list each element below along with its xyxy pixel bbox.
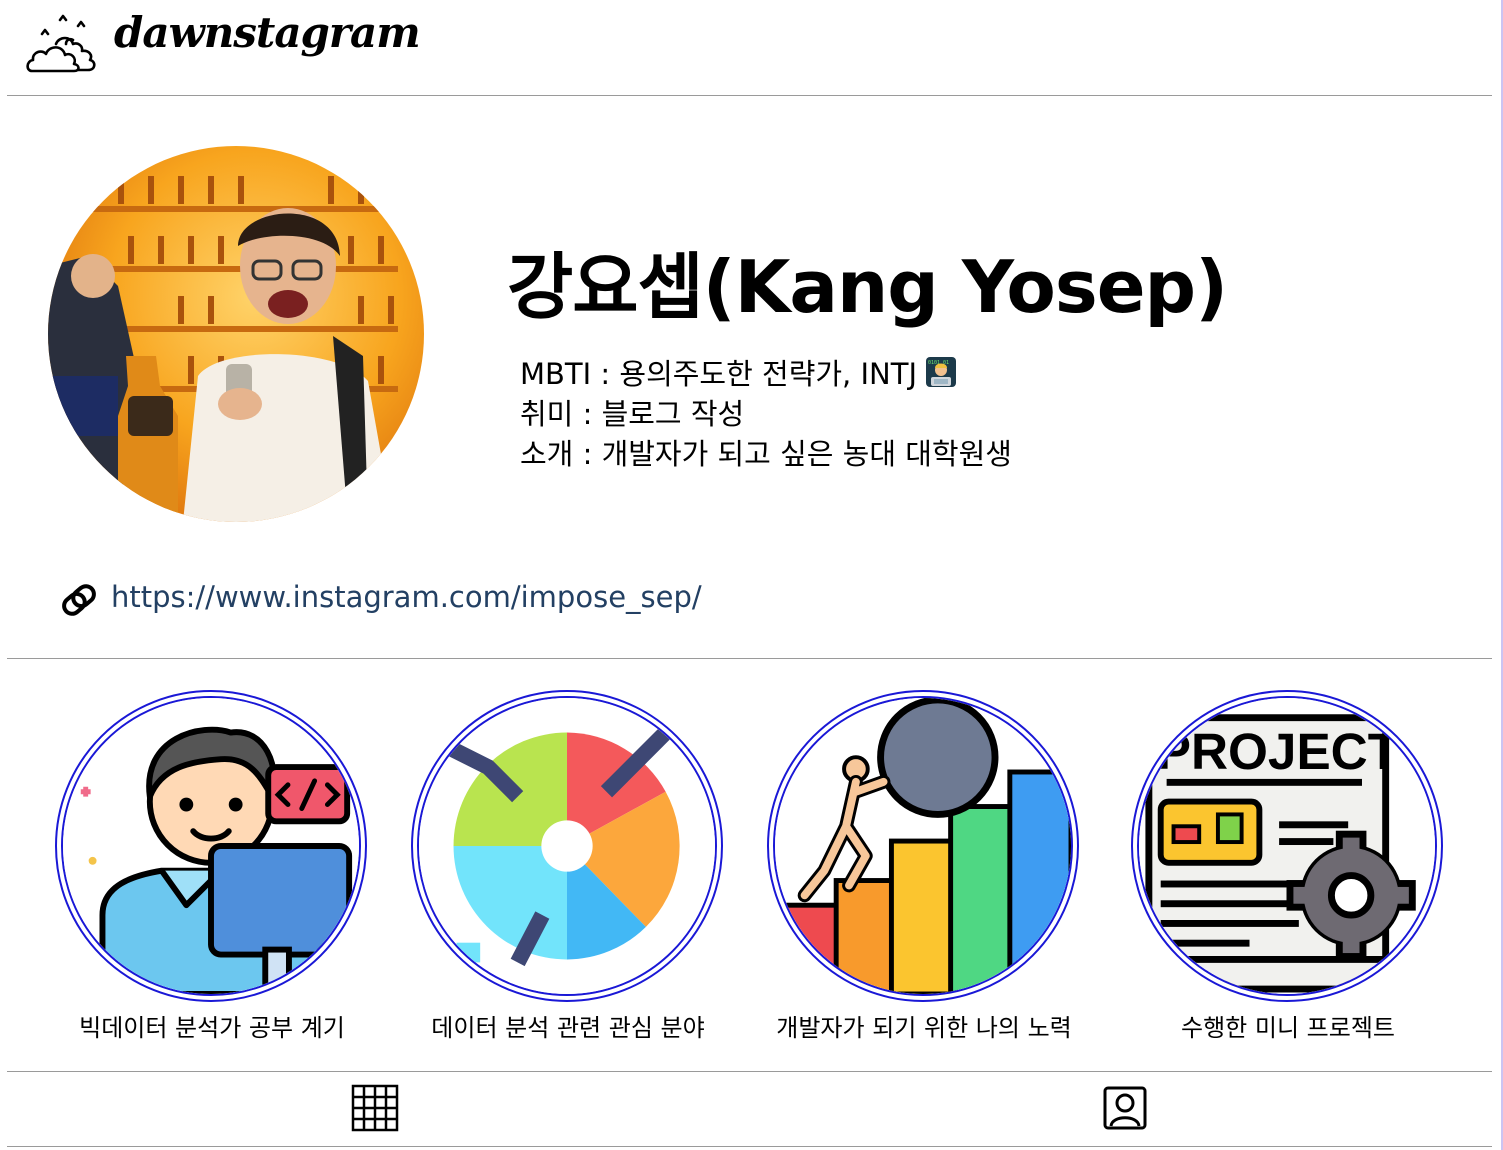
- grid-icon: [351, 1084, 399, 1132]
- info-mbti: MBTI : 용의주도한 전략가, INTJ 0101 01: [520, 354, 1012, 394]
- highlight-label: 수행한 미니 프로젝트: [1181, 1014, 1395, 1042]
- page: dawnstagram 강요셉(Kang Yosep) MBTI: 용의주도한…: [0, 0, 1503, 1150]
- header-divider: [7, 95, 1492, 96]
- profile-avatar[interactable]: [48, 146, 424, 522]
- highlight-ring: [767, 690, 1079, 1002]
- highlight-study-motivation[interactable]: 빅데이터 분석가 공부 계기: [47, 690, 377, 1050]
- info-mbti-text: MBTI : 용의주도한 전략가, INTJ: [520, 357, 917, 391]
- highlight-ring: PROJECT: [1131, 690, 1443, 1002]
- highlight-image: [773, 696, 1073, 996]
- highlight-developer-effort[interactable]: 개발자가 되기 위한 나의 노력: [759, 690, 1089, 1050]
- highlights-divider: [7, 1071, 1492, 1072]
- project-document-icon: PROJECT: [1139, 698, 1435, 994]
- top-header: dawnstagram: [0, 0, 1492, 96]
- profile-name: 강요셉(Kang Yosep): [507, 245, 1228, 329]
- highlight-image: [61, 696, 361, 996]
- highlight-image: PROJECT: [1137, 696, 1437, 996]
- highlight-image: [417, 696, 717, 996]
- profile-info: MBTI : 용의주도한 전략가, INTJ 0101 01 취미 : 블로그 작…: [520, 354, 1012, 474]
- profile-photo: [48, 146, 424, 522]
- brand-logo-text[interactable]: dawnstagram: [114, 8, 421, 57]
- info-hobby: 취미 : 블로그 작성: [520, 397, 745, 431]
- instagram-link[interactable]: https://www.instagram.com/impose_sep/: [111, 580, 702, 614]
- highlight-ring: [411, 690, 723, 1002]
- info-intro: 소개 : 개발자가 되고 싶은 농대 대학원생: [520, 437, 1012, 471]
- highlight-data-interests[interactable]: 데이터 분석 관련 관심 분야: [403, 690, 733, 1050]
- highlight-label: 개발자가 되기 위한 나의 노력: [776, 1014, 1072, 1042]
- developer-icon: [63, 698, 359, 994]
- link-icon: [62, 584, 96, 616]
- highlight-label: 데이터 분석 관련 관심 분야: [431, 1014, 705, 1042]
- profile-divider: [7, 658, 1492, 659]
- person-tag-icon: [1103, 1086, 1147, 1130]
- tab-grid[interactable]: [350, 1083, 400, 1133]
- highlight-mini-projects[interactable]: PROJECT 수행한 미니 프로젝트: [1123, 690, 1453, 1050]
- tab-tagged[interactable]: [1100, 1083, 1150, 1133]
- cloud-icon[interactable]: [26, 14, 106, 76]
- bottom-divider: [7, 1146, 1492, 1147]
- growth-chart-icon: [775, 698, 1071, 994]
- highlight-label: 빅데이터 분석가 공부 계기: [79, 1014, 345, 1042]
- technologist-emoji: 0101 01: [926, 357, 956, 387]
- pie-chart-icon: [419, 698, 715, 994]
- project-word: PROJECT: [1157, 723, 1399, 780]
- highlight-ring: [55, 690, 367, 1002]
